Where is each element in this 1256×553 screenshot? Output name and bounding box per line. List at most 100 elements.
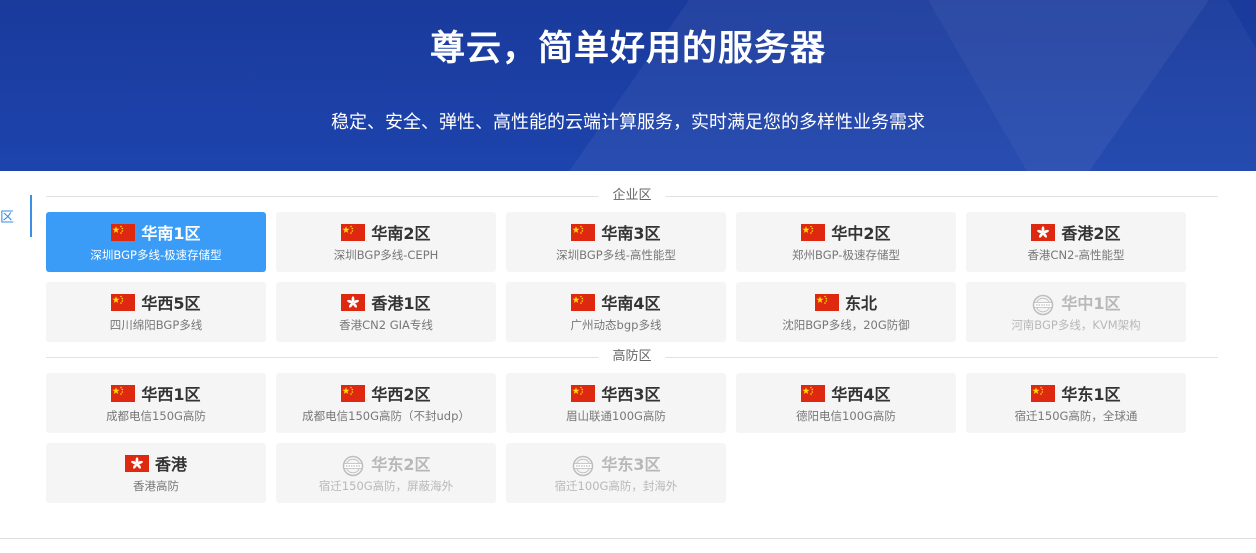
sold-out-stamp-icon xyxy=(341,455,365,476)
region-card-header: 香港1区 xyxy=(276,291,496,313)
region-name: 华西2区 xyxy=(371,385,431,404)
region-description: 宿迁100G高防，封海外 xyxy=(554,479,678,493)
region-description: 郑州BGP-极速存储型 xyxy=(792,248,900,262)
region-name: 香港2区 xyxy=(1061,224,1121,243)
region-card-header: 华中1区 xyxy=(966,291,1186,315)
cn-flag-icon xyxy=(1031,384,1056,402)
region-card-header: 华中2区 xyxy=(736,221,956,243)
region-card-header: 香港2区 xyxy=(966,221,1186,243)
sold-out-stamp-icon xyxy=(1031,294,1055,315)
region-card-header: 华西1区 xyxy=(46,382,266,404)
cn-flag-icon xyxy=(801,384,826,402)
region-card[interactable]: 华西2区成都电信150G高防（不封udp） xyxy=(276,373,496,433)
region-name: 华西3区 xyxy=(601,385,661,404)
section-label-defense: 高防区 xyxy=(598,348,666,366)
region-description: 沈阳BGP多线，20G防御 xyxy=(782,318,910,332)
cn-flag-icon xyxy=(111,293,136,311)
region-card[interactable]: 华南2区深圳BGP多线-CEPH xyxy=(276,212,496,272)
hk-flag-icon xyxy=(341,293,366,311)
cn-flag-icon xyxy=(341,384,366,402)
region-card[interactable]: 华南1区深圳BGP多线-极速存储型 xyxy=(46,212,266,272)
cn-flag-icon xyxy=(571,293,596,311)
region-name: 华东3区 xyxy=(601,455,661,474)
region-description: 深圳BGP多线-极速存储型 xyxy=(90,248,222,262)
region-name: 华中1区 xyxy=(1061,294,1121,313)
cn-flag-icon xyxy=(814,293,839,311)
region-card-header: 华西4区 xyxy=(736,382,956,404)
region-card-header: 华南2区 xyxy=(276,221,496,243)
region-name: 华南1区 xyxy=(141,224,201,243)
cn-flag-icon xyxy=(801,223,826,241)
region-card[interactable]: 华西3区眉山联通100G高防 xyxy=(506,373,726,433)
region-card[interactable]: 华西4区德阳电信100G高防 xyxy=(736,373,956,433)
hk-flag-icon xyxy=(1031,223,1056,241)
hero-title: 尊云，简单好用的服务器 xyxy=(429,29,826,69)
section-divider-enterprise: 企业区 xyxy=(46,187,1218,205)
hero-subtitle: 稳定、安全、弹性、高性能的云端计算服务，实时满足您的多样性业务需求 xyxy=(331,112,925,133)
region-name: 华西1区 xyxy=(141,385,201,404)
region-card[interactable]: 华中2区郑州BGP-极速存储型 xyxy=(736,212,956,272)
region-description: 四川绵阳BGP多线 xyxy=(109,318,203,332)
region-card-header: 华东3区 xyxy=(506,452,726,476)
region-card-header: 香港 xyxy=(46,452,266,474)
region-description: 宿迁150G高防，屏蔽海外 xyxy=(318,479,454,493)
region-card-header: 华东2区 xyxy=(276,452,496,476)
region-description: 香港CN2 GIA专线 xyxy=(339,318,433,332)
region-description: 香港高防 xyxy=(133,479,179,493)
region-card[interactable]: 华南3区深圳BGP多线-高性能型 xyxy=(506,212,726,272)
region-card-header: 华西2区 xyxy=(276,382,496,404)
region-description: 河南BGP多线，KVM架构 xyxy=(1011,318,1141,332)
region-card-header: 华南3区 xyxy=(506,221,726,243)
region-card[interactable]: 华东1区宿迁150G高防，全球通 xyxy=(966,373,1186,433)
region-name: 香港1区 xyxy=(371,294,431,313)
side-tab-label[interactable]: 区 xyxy=(0,207,14,227)
region-name: 华中2区 xyxy=(831,224,891,243)
region-card[interactable]: 华东2区宿迁150G高防，屏蔽海外 xyxy=(276,443,496,503)
region-name: 华东2区 xyxy=(371,455,431,474)
region-description: 成都电信150G高防（不封udp） xyxy=(302,409,470,423)
region-name: 华南2区 xyxy=(371,224,431,243)
region-description: 广州动态bgp多线 xyxy=(570,318,662,332)
region-card[interactable]: 香港1区香港CN2 GIA专线 xyxy=(276,282,496,342)
cn-flag-icon xyxy=(571,223,596,241)
region-description: 深圳BGP多线-高性能型 xyxy=(556,248,676,262)
cn-flag-icon xyxy=(111,223,136,241)
side-tab-indicator xyxy=(30,195,32,237)
region-card-header: 华西5区 xyxy=(46,291,266,313)
bottom-divider xyxy=(0,538,1256,539)
region-card-header: 华西3区 xyxy=(506,382,726,404)
region-card[interactable]: 华中1区河南BGP多线，KVM架构 xyxy=(966,282,1186,342)
sold-out-stamp-icon xyxy=(571,455,595,476)
cn-flag-icon xyxy=(571,384,596,402)
hk-flag-icon xyxy=(124,454,149,472)
region-name: 华南4区 xyxy=(601,294,661,313)
region-description: 宿迁150G高防，全球通 xyxy=(1014,409,1138,423)
region-card-header: 华南1区 xyxy=(46,221,266,243)
region-name: 华东1区 xyxy=(1061,385,1121,404)
region-card-header: 华南4区 xyxy=(506,291,726,313)
region-card-header: 华东1区 xyxy=(966,382,1186,404)
region-card[interactable]: 香港香港高防 xyxy=(46,443,266,503)
section-label-enterprise: 企业区 xyxy=(598,187,666,205)
region-name: 华西5区 xyxy=(141,294,201,313)
region-name: 东北 xyxy=(844,294,877,313)
region-name: 香港 xyxy=(154,455,187,474)
cn-flag-icon xyxy=(341,223,366,241)
hero-banner: 尊云，简单好用的服务器 稳定、安全、弹性、高性能的云端计算服务，实时满足您的多样… xyxy=(0,0,1256,171)
section-divider-defense: 高防区 xyxy=(46,348,1218,366)
region-card[interactable]: 香港2区香港CN2-高性能型 xyxy=(966,212,1186,272)
cn-flag-icon xyxy=(111,384,136,402)
region-description: 成都电信150G高防 xyxy=(106,409,206,423)
region-card[interactable]: 华南4区广州动态bgp多线 xyxy=(506,282,726,342)
region-card[interactable]: 华东3区宿迁100G高防，封海外 xyxy=(506,443,726,503)
region-name: 华南3区 xyxy=(601,224,661,243)
region-description: 香港CN2-高性能型 xyxy=(1027,248,1125,262)
region-description: 深圳BGP多线-CEPH xyxy=(333,248,439,262)
region-name: 华西4区 xyxy=(831,385,891,404)
region-card[interactable]: 华西1区成都电信150G高防 xyxy=(46,373,266,433)
region-card[interactable]: 东北沈阳BGP多线，20G防御 xyxy=(736,282,956,342)
region-description: 眉山联通100G高防 xyxy=(566,409,666,423)
region-card[interactable]: 华西5区四川绵阳BGP多线 xyxy=(46,282,266,342)
region-card-header: 东北 xyxy=(736,291,956,313)
region-description: 德阳电信100G高防 xyxy=(796,409,896,423)
